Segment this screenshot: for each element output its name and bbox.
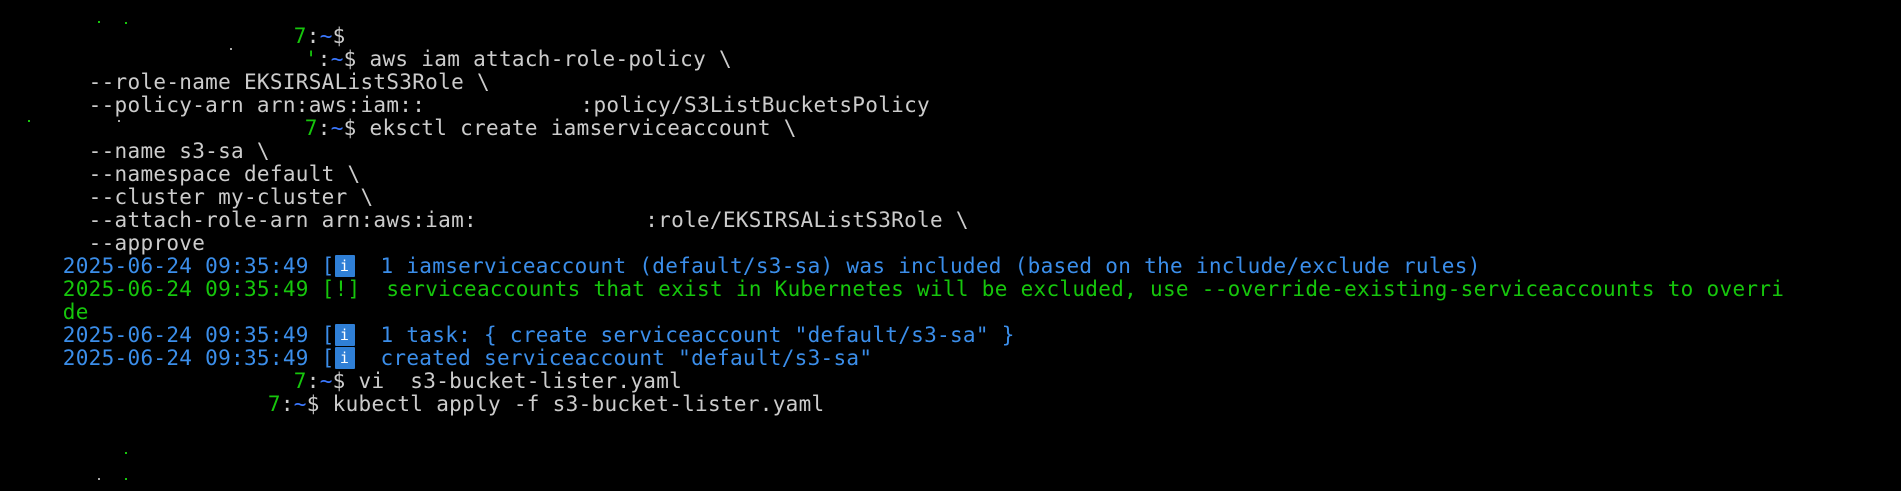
command-text: kubectl apply -f s3-bucket-lister.yaml [319, 392, 825, 416]
prompt-dollar: $ [306, 392, 320, 416]
terminal-line-prompt-5: 7:~$ eksctl create iamserviceaccount \ [11, 94, 797, 140]
terminal-line-prompt-16: 7:~$ vi s3-bucket-lister.yaml [11, 347, 682, 393]
terminal-line-7: --namespace default \ [11, 140, 361, 186]
command-text: eksctl create iamserviceaccount \ [356, 116, 797, 140]
terminal-line-prompt-1: 7:~$ [11, 2, 346, 48]
warning-tag: [!] [308, 277, 361, 301]
log-line-info-1: 2025-06-24 09:35:49 [i 1 iamserviceaccou… [11, 232, 1481, 278]
prompt-separator: : [280, 392, 294, 416]
log-line-warning-wrap: de [11, 278, 89, 324]
terminal-line-prompt-17: 7:~$ kubectl apply -f s3-bucket-lister.y… [11, 370, 824, 416]
prompt-host-suffix: 7 [267, 392, 281, 416]
redaction-speck [125, 478, 127, 480]
log-line-info-2: 2025-06-24 09:35:49 [i 1 task: { create … [11, 301, 1015, 347]
prompt-path: ~ [330, 116, 344, 140]
log-timestamp: 2025-06-24 09:35:49 [62, 277, 309, 301]
prompt-path: ~ [293, 392, 307, 416]
redaction-speck [125, 22, 127, 24]
log-line-warning: 2025-06-24 09:35:49 [!] serviceaccounts … [11, 255, 1784, 301]
prompt-separator: : [317, 116, 331, 140]
redaction-speck [98, 21, 100, 23]
terminal-line-prompt-2: ':~$ aws iam attach-role-policy \ [11, 25, 732, 71]
redaction-speck [98, 478, 100, 480]
terminal-line-8: --cluster my-cluster \ [11, 163, 373, 209]
redaction-speck [125, 452, 127, 454]
prompt-dollar: $ [343, 116, 357, 140]
log-message: serviceaccounts that exist in Kubernetes… [360, 277, 1785, 301]
prompt-host-suffix: 7 [304, 116, 318, 140]
terminal-line-6: --name s3-sa \ [11, 117, 270, 163]
log-line-info-3: 2025-06-24 09:35:49 [i created serviceac… [11, 324, 872, 370]
terminal-line-9: --attach-role-arn arn:aws:iam: :role/EKS… [11, 186, 969, 232]
terminal-window[interactable]: } 7:~$ ':~$ aws iam attach-role-policy \… [0, 0, 1901, 491]
terminal-line-4: --policy-arn arn:aws:iam:: :policy/S3Lis… [11, 71, 930, 117]
terminal-line-3: --role-name EKSIRSAListS3Role \ [11, 48, 490, 94]
terminal-line-10: --approve [11, 209, 205, 255]
